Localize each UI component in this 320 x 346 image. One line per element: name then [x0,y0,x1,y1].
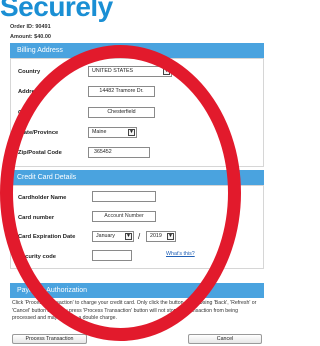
process-transaction-button[interactable]: Process Transaction [12,334,87,344]
expiration-month-value: January [96,233,115,239]
expiration-label: Card Expiration Date [18,234,76,240]
city-field[interactable]: Chesterfield [88,107,155,118]
cardholder-name-field[interactable] [92,191,156,202]
card-number-label: Card number [18,215,55,221]
zip-field[interactable]: 365452 [88,147,150,158]
country-label: Country [18,69,41,75]
payment-instructions: Click 'Process Transaction' to charge yo… [12,300,257,321]
security-code-field[interactable] [92,250,132,261]
chevron-down-icon: ▼ [125,233,132,240]
expiration-month-select[interactable]: January ▼ [92,231,134,242]
security-code-label: Security code [18,254,57,260]
whats-this-link[interactable]: What's this? [166,251,195,257]
order-id: Order ID: 90491 [10,24,51,30]
cancel-button[interactable]: Cancel [188,334,262,344]
address-label: Address [18,89,42,95]
cardholder-name-label: Cardholder Name [18,195,67,201]
credit-card-header: Credit Card Details [10,170,264,185]
order-amount: Amount: $40.00 [10,34,51,40]
payment-authorization-header: Payment Authorization [10,283,264,298]
address-field[interactable]: 14482 Tramore Dr. [88,86,155,97]
expiration-year-select[interactable]: 2019 ▼ [146,231,176,242]
state-select[interactable]: Maine ▼ [88,127,137,138]
chevron-down-icon: ▼ [167,233,174,240]
state-select-value: Maine [92,129,107,135]
billing-address-header: Billing Address [10,43,264,58]
zip-label: Zip/Postal Code [18,150,62,156]
page-title: Securely [0,0,113,22]
state-label: State/Province [18,130,59,136]
city-label: City [18,110,29,116]
country-select-value: UNITED STATES [92,68,134,74]
expiration-year-value: 2019 [150,233,162,239]
expiration-separator: / [138,232,141,241]
chevron-down-icon: ▼ [128,129,135,136]
chevron-down-icon: ▼ [163,68,170,75]
country-select[interactable]: UNITED STATES ▼ [88,66,172,77]
card-number-field[interactable]: Account Number [92,211,156,222]
